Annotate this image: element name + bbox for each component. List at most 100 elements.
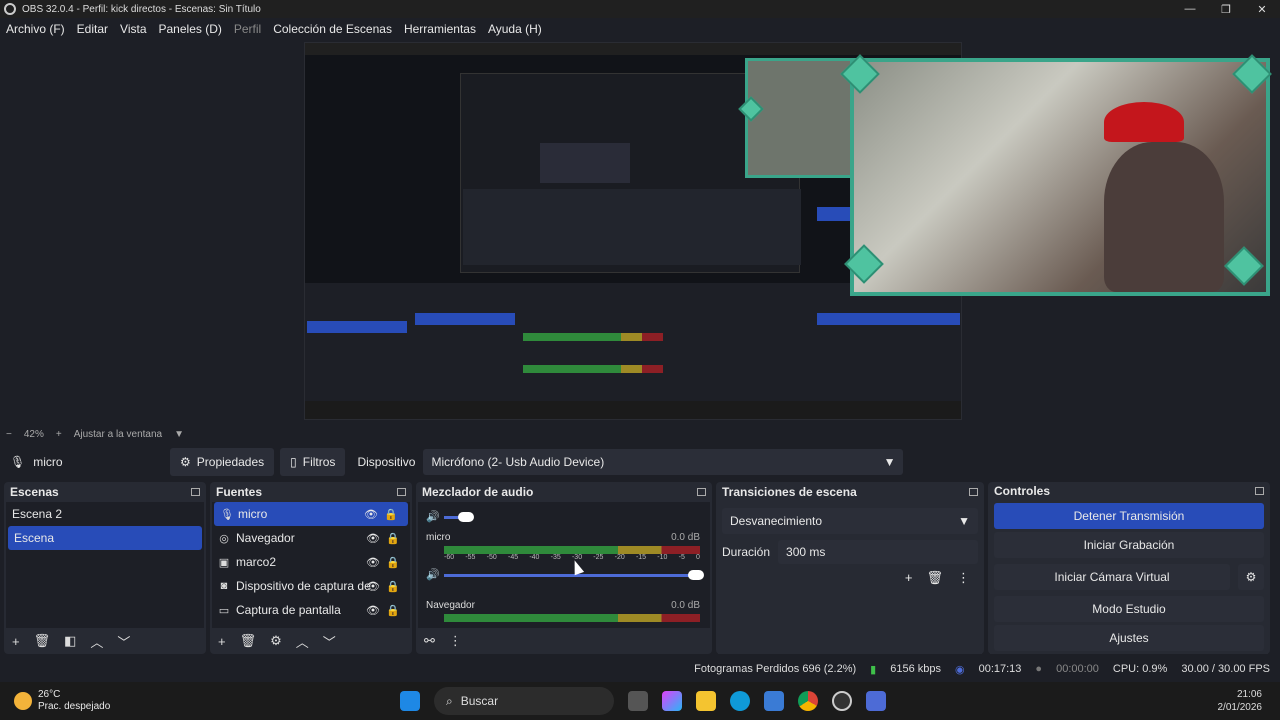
up-icon[interactable]: ︿	[296, 632, 309, 651]
filter-icon[interactable]: ◧	[64, 633, 76, 649]
transition-select[interactable]: Desvanecimiento ▼	[722, 508, 978, 534]
source-item[interactable]: ◙ Dispositivo de captura de 👁 🔒	[212, 574, 410, 598]
scene-item[interactable]: Escena 2	[6, 502, 204, 526]
properties-button[interactable]: ⚙ Propiedades	[170, 448, 275, 476]
add-icon[interactable]: +	[905, 570, 913, 586]
down-icon[interactable]: ﹀	[117, 632, 130, 651]
mixer-title: Mezclador de audio	[422, 485, 534, 499]
device-select[interactable]: Micrófono (2- Usb Audio Device) ▼	[423, 449, 904, 475]
eye-icon[interactable]: 👁	[364, 508, 378, 521]
more-icon[interactable]: ⋮	[449, 633, 462, 649]
source-label: Captura de pantalla	[236, 603, 341, 617]
gear-icon[interactable]: ⚙	[1238, 564, 1264, 590]
filters-button[interactable]: ▯ Filtros	[280, 448, 346, 476]
undock-icon[interactable]	[697, 488, 706, 496]
store-icon[interactable]	[764, 691, 784, 711]
source-toolbar: 🎙 micro ⚙ Propiedades ▯ Filtros Disposit…	[0, 444, 1280, 480]
scene-item-active[interactable]: Escena	[8, 526, 202, 550]
lock-icon[interactable]: 🔒	[386, 604, 400, 617]
menu-coleccion-escenas[interactable]: Colección de Escenas	[267, 22, 398, 36]
zoom-out-button[interactable]: −	[6, 429, 12, 440]
record-icon: ●	[1035, 663, 1043, 675]
santa-hat	[1104, 102, 1184, 142]
menu-ayuda[interactable]: Ayuda (H)	[482, 22, 548, 36]
copilot-icon[interactable]	[662, 691, 682, 711]
source-item[interactable]: ▣ marco2 👁 🔒	[212, 550, 410, 574]
menu-paneles[interactable]: Paneles (D)	[153, 22, 228, 36]
chrome-icon[interactable]	[798, 691, 818, 711]
lock-icon[interactable]: 🔒	[386, 532, 400, 545]
speaker-icon[interactable]: 🔊	[426, 568, 440, 581]
zoom-in-button[interactable]: +	[56, 429, 62, 440]
status-bar: Fotogramas Perdidos 696 (2.2%) ▮ 6156 kb…	[0, 656, 1280, 682]
edge-icon[interactable]	[730, 691, 750, 711]
start-virtual-camera-button[interactable]: Iniciar Cámara Virtual	[994, 564, 1230, 590]
lock-icon[interactable]: 🔒	[384, 508, 398, 521]
windows-start-icon[interactable]	[400, 691, 420, 711]
undock-icon[interactable]	[969, 488, 978, 496]
file-explorer-icon[interactable]	[696, 691, 716, 711]
slider-knob[interactable]	[458, 512, 474, 522]
menu-archivo[interactable]: Archivo (F)	[0, 22, 71, 36]
volume-slider[interactable]	[444, 512, 474, 522]
volume-slider[interactable]	[444, 570, 704, 580]
duration-label: Duración	[722, 545, 771, 559]
taskbar-search[interactable]: ⌕ Buscar	[434, 687, 614, 715]
source-label: marco2	[236, 555, 277, 569]
menu-editar[interactable]: Editar	[71, 22, 114, 36]
settings-button[interactable]: Ajustes	[994, 625, 1264, 651]
eye-icon[interactable]: 👁	[366, 580, 380, 593]
trash-icon[interactable]: 🗑	[926, 570, 943, 586]
menu-vista[interactable]: Vista	[114, 22, 152, 36]
close-button[interactable]: ✕	[1244, 0, 1280, 18]
undock-icon[interactable]	[1255, 487, 1264, 495]
chevron-down-icon: ▼	[883, 455, 896, 469]
stop-streaming-button[interactable]: Detener Transmisión	[994, 503, 1264, 529]
source-item[interactable]: ◎ Navegador 👁 🔒	[212, 526, 410, 550]
controls-title: Controles	[994, 484, 1051, 498]
undock-icon[interactable]	[191, 488, 200, 496]
add-icon[interactable]: +	[12, 634, 20, 649]
slider-knob[interactable]	[688, 570, 704, 580]
zoom-dropdown-icon[interactable]: ▼	[174, 429, 184, 440]
trash-icon[interactable]: 🗑	[34, 633, 51, 649]
browser-icon: ◎	[219, 532, 229, 545]
eye-icon[interactable]: 👁	[366, 556, 380, 569]
eye-icon[interactable]: 👁	[366, 604, 380, 617]
app-icon[interactable]	[866, 691, 886, 711]
gear-icon[interactable]: ⚙	[270, 633, 282, 649]
start-recording-button[interactable]: Iniciar Grabación	[994, 532, 1264, 558]
dropped-frames: Fotogramas Perdidos 696 (2.2%)	[694, 663, 857, 675]
source-item[interactable]: 🎙 micro 👁 🔒	[214, 502, 408, 526]
lock-icon[interactable]: 🔒	[386, 556, 400, 569]
add-icon[interactable]: +	[218, 634, 226, 649]
lock-icon[interactable]: 🔒	[386, 580, 400, 593]
speaker-icon[interactable]: 🔊	[426, 510, 440, 523]
trash-icon[interactable]: 🗑	[240, 633, 257, 649]
weather-widget[interactable]: 26°C Prac. despejado	[0, 689, 110, 713]
mic-icon: 🎙	[220, 508, 234, 521]
task-view-icon[interactable]	[628, 691, 648, 711]
menu-herramientas[interactable]: Herramientas	[398, 22, 482, 36]
up-icon[interactable]: ︿	[90, 632, 103, 651]
minimize-button[interactable]: —	[1172, 0, 1208, 18]
sources-list: 🎙 micro 👁 🔒 ◎ Navegador 👁 🔒 ▣ marco2 👁 🔒…	[212, 502, 410, 628]
undock-icon[interactable]	[397, 488, 406, 496]
sources-dock: Fuentes 🎙 micro 👁 🔒 ◎ Navegador 👁 🔒 ▣ ma…	[210, 482, 412, 654]
source-item[interactable]: ▭ Captura de pantalla 👁 🔒	[212, 598, 410, 622]
bitrate: 6156 kbps	[890, 663, 941, 675]
studio-mode-button[interactable]: Modo Estudio	[994, 596, 1264, 622]
taskbar: 26°C Prac. despejado ⌕ Buscar 21:06 2/01…	[0, 682, 1280, 720]
down-icon[interactable]: ﹀	[323, 632, 336, 651]
clock[interactable]: 21:06 2/01/2026	[1218, 688, 1263, 714]
temperature: 26°C	[38, 689, 61, 700]
link-icon[interactable]: ⚯	[424, 633, 435, 649]
more-icon[interactable]: ⋮	[957, 570, 970, 586]
duration-input[interactable]: 300 ms	[778, 540, 978, 564]
menu-perfil[interactable]: Perfil	[228, 22, 267, 36]
preview-area[interactable]	[0, 40, 1280, 424]
obs-icon[interactable]	[832, 691, 852, 711]
eye-icon[interactable]: 👁	[366, 532, 380, 545]
maximize-button[interactable]: ❐	[1208, 0, 1244, 18]
weather-icon	[14, 692, 32, 710]
